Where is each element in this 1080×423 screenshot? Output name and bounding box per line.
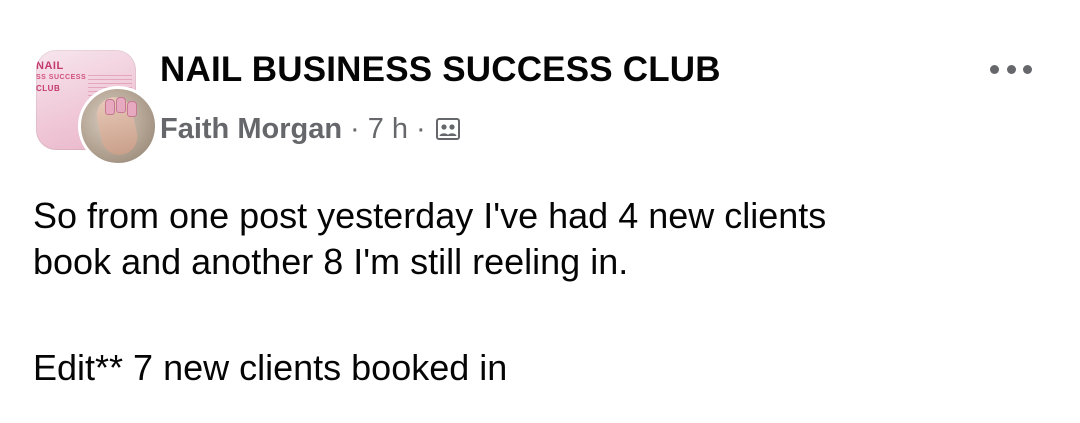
author-avatar-detail [127, 101, 137, 117]
post-text-line: So from one post yesterday I've had 4 ne… [33, 195, 827, 236]
more-dot [1006, 64, 1016, 74]
author-avatar-detail [116, 97, 126, 113]
meta-separator: · [416, 112, 426, 145]
post-edit-note: Edit** 7 new clients booked in [33, 347, 508, 388]
group-avatar-logo-text: CLUB [36, 84, 61, 93]
author-avatar-detail [105, 99, 115, 115]
group-avatar-logo-text: SS SUCCESS [36, 74, 87, 81]
author-name-link[interactable]: Faith Morgan [160, 113, 342, 146]
group-audience-icon[interactable] [435, 118, 460, 140]
more-dot [1023, 64, 1032, 74]
post-timestamp[interactable]: 7 h [368, 113, 408, 146]
group-name-link[interactable]: NAIL BUSINESS SUCCESS CLUB [160, 50, 721, 90]
more-options-icon[interactable] [990, 62, 1032, 76]
group-avatar-logo-text: NAIL [36, 60, 64, 72]
post-card: NAIL SS SUCCESS CLUB NAIL BUSINESS SUCCE… [0, 0, 1080, 423]
post-body: So from one post yesterday I've had 4 ne… [33, 193, 1043, 391]
post-meta: Faith Morgan · 7 h · [160, 109, 460, 149]
more-dot [990, 64, 999, 74]
author-avatar[interactable] [78, 86, 158, 166]
post-text-line: book and another 8 I'm still reeling in. [33, 241, 629, 282]
meta-separator: · [350, 112, 360, 145]
